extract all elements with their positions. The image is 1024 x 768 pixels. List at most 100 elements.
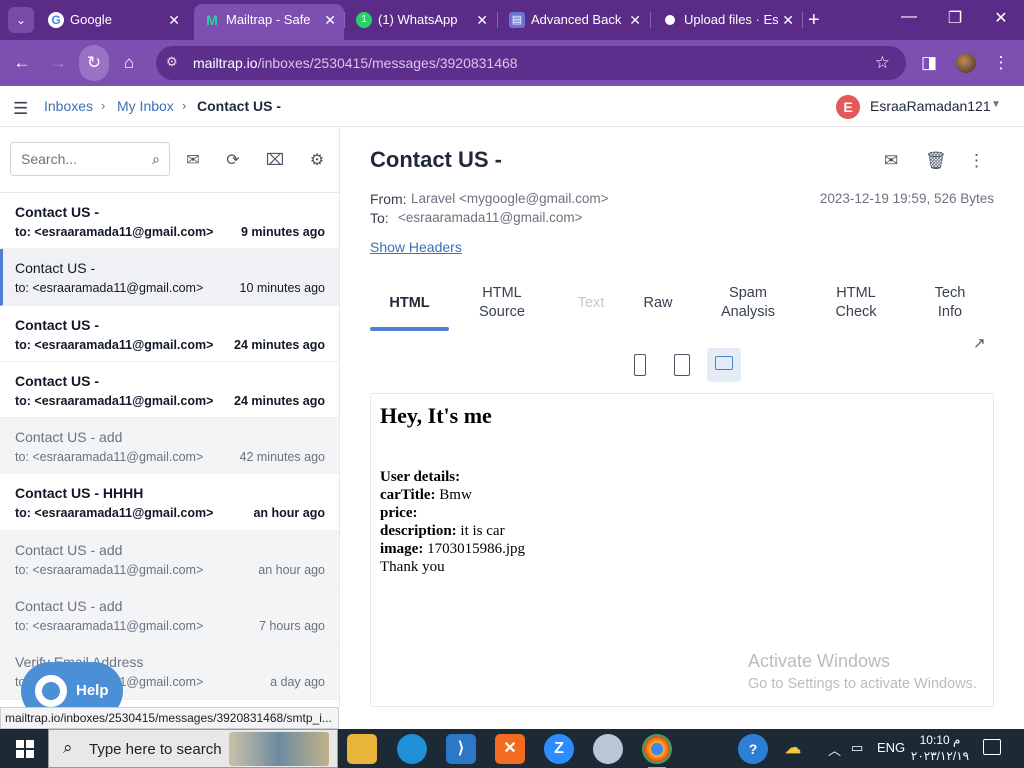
browser-menu-icon[interactable]: ⋮ — [988, 50, 1014, 76]
notifications-icon[interactable] — [983, 739, 1001, 755]
message-recipient: to: <esraaramada11@gmail.com> — [15, 225, 214, 239]
vscode-icon[interactable]: ⟩ — [446, 734, 476, 764]
activate-windows-subtitle: Go to Settings to activate Windows. — [748, 676, 977, 692]
tablet-view-button[interactable] — [665, 348, 699, 382]
address-bar[interactable]: ⚙ mailtrap.io/inboxes/2530415/messages/3… — [156, 46, 906, 80]
trash-icon[interactable]: 🗑 — [925, 151, 947, 171]
tab-spam-analysis[interactable]: Spam Analysis — [706, 277, 790, 329]
user-avatar[interactable]: E — [836, 95, 860, 119]
close-icon[interactable]: ✕ — [476, 4, 488, 36]
message-list-item[interactable]: Contact US - to: <esraaramada11@gmail.com… — [0, 305, 339, 362]
windows-start-icon[interactable] — [16, 740, 34, 758]
message-list-item[interactable]: Contact US - add to: <esraaramada11@gmail… — [0, 530, 339, 588]
clear-inbox-icon[interactable]: ⌧ — [264, 150, 286, 170]
xampp-icon[interactable]: ✕ — [495, 734, 525, 764]
bookmark-star-icon[interactable]: ☆ — [875, 53, 890, 73]
user-name[interactable]: EsraaRamadan121 — [870, 98, 991, 114]
tab-search-button[interactable]: ⌄ — [8, 7, 34, 33]
browser-tab-strip: ⌄ G Google ✕ M Mailtrap - Safe ✕ 1 (1) W… — [0, 0, 1024, 40]
app-icon[interactable] — [593, 734, 623, 764]
open-external-icon[interactable]: ↗ — [973, 334, 986, 352]
message-list-item[interactable]: Contact US - to: <esraaramada11@gmail.com… — [0, 249, 339, 306]
new-tab-button[interactable]: + — [808, 8, 820, 32]
preview-heading: Hey, It's me — [380, 403, 492, 428]
close-icon[interactable]: ✕ — [782, 4, 794, 36]
chrome-icon[interactable] — [642, 734, 672, 768]
tab-tech-info[interactable]: Tech Info — [920, 277, 980, 329]
show-headers-link[interactable]: Show Headers — [370, 239, 462, 255]
close-icon[interactable]: ✕ — [168, 4, 180, 36]
taskbar-search-placeholder: Type here to search — [89, 741, 222, 758]
message-list-item[interactable]: Contact US - HHHH to: <esraaramada11@gmai… — [0, 474, 339, 531]
browser-tab-advanced[interactable]: ▤ Advanced Back ✕ — [499, 4, 649, 36]
message-time: 42 minutes ago — [239, 450, 325, 465]
tab-label: Spam Analysis — [721, 285, 775, 320]
search-icon[interactable]: ⌕ — [152, 151, 160, 168]
language-indicator[interactable]: ENG — [877, 740, 905, 755]
taskbar-search[interactable]: ⌕ Type here to search — [48, 729, 338, 768]
search-input[interactable] — [11, 143, 135, 175]
forward-email-icon[interactable]: ✉ — [884, 151, 898, 171]
tab-title: (1) WhatsApp — [378, 12, 458, 27]
preview-line: carTitle: Bmw — [380, 486, 525, 504]
site-settings-icon[interactable]: ⚙ — [166, 54, 178, 70]
help-tips-icon[interactable]: ? — [738, 734, 768, 764]
message-list-item[interactable]: Contact US - to: <esraaramada11@gmail.com… — [0, 193, 339, 250]
tab-raw[interactable]: Raw — [630, 277, 686, 329]
side-panel-icon[interactable]: ◨ — [916, 50, 942, 76]
home-button[interactable]: ⌂ — [116, 50, 142, 76]
network-icon[interactable]: ▭ — [851, 740, 863, 756]
browser-tab-google[interactable]: G Google ✕ — [38, 4, 188, 36]
browser-tab-whatsapp[interactable]: 1 (1) WhatsApp ✕ — [346, 4, 496, 36]
browser-tab-github[interactable]: Upload files · Es ✕ — [652, 4, 802, 36]
edge-icon[interactable] — [397, 734, 427, 764]
preview-closing: Thank you — [380, 559, 445, 575]
refresh-icon[interactable]: ⟳ — [222, 150, 244, 170]
close-icon[interactable]: ✕ — [324, 4, 336, 36]
desktop-view-button[interactable] — [707, 348, 741, 382]
message-subject: Contact US - add — [15, 429, 123, 446]
message-time: 7 hours ago — [258, 619, 325, 634]
tab-divider — [650, 12, 651, 28]
minimize-button[interactable]: — — [894, 8, 924, 26]
hamburger-menu-icon[interactable]: ☰ — [13, 99, 28, 119]
breadcrumb-separator-icon: › — [101, 98, 106, 113]
breadcrumb-inboxes[interactable]: Inboxes — [44, 98, 93, 114]
close-icon[interactable]: ✕ — [629, 4, 641, 36]
profile-avatar[interactable] — [956, 53, 976, 73]
forward-button[interactable]: → — [45, 50, 71, 76]
window-close-button[interactable]: ✕ — [986, 8, 1016, 28]
browser-tab-mailtrap[interactable]: M Mailtrap - Safe ✕ — [194, 4, 344, 40]
file-explorer-icon[interactable] — [347, 734, 377, 764]
message-recipient: to: <esraaramada11@gmail.com> — [15, 281, 204, 296]
taskbar-clock[interactable]: 10:10 م ٢٠٢٣/١٢/١٩ — [908, 732, 972, 764]
email-preview: Hey, It's me User details: carTitle: Bmw p… — [370, 393, 994, 707]
to-label: To: — [370, 210, 389, 226]
mark-all-read-icon[interactable]: ✉ — [182, 150, 204, 170]
tab-text[interactable]: Text — [563, 277, 619, 329]
tab-html[interactable]: HTML — [370, 277, 449, 331]
tab-html-check[interactable]: HTML Check — [816, 277, 896, 329]
zoom-icon[interactable]: Z — [544, 734, 574, 764]
more-options-icon[interactable]: ⋮ — [968, 151, 985, 171]
preview-line: User details: — [380, 468, 525, 486]
message-list-item[interactable]: Contact US - to: <esraaramada11@gmail.com… — [0, 361, 339, 419]
tab-label: HTML Source — [479, 285, 525, 320]
restore-button[interactable]: ❐ — [940, 8, 970, 28]
chevron-up-icon[interactable]: ︿ — [828, 740, 841, 759]
message-list-item[interactable]: Contact US - add to: <esraaramada11@gmail… — [0, 587, 339, 644]
message-detail: Contact US - ✉ 🗑 ⋮ From: Laravel <mygoog… — [341, 127, 1024, 729]
reload-button[interactable]: ↻ — [81, 50, 107, 76]
weather-icon[interactable]: ☁ — [778, 734, 808, 764]
tab-label: Tech Info — [934, 285, 966, 320]
tab-html-source[interactable]: HTML Source — [462, 277, 542, 329]
message-time: an hour ago — [258, 562, 325, 577]
breadcrumb-my-inbox[interactable]: My Inbox — [117, 98, 174, 114]
back-button[interactable]: ← — [9, 50, 35, 76]
mobile-view-button[interactable] — [623, 348, 657, 382]
message-list-item[interactable]: Contact US - add to: <esraaramada11@gmail… — [0, 418, 339, 475]
from-value: Laravel <mygoogle@gmail.com> — [411, 191, 609, 206]
gear-icon[interactable]: ⚙ — [306, 150, 328, 170]
chevron-down-icon[interactable]: ▼ — [991, 99, 1001, 110]
date-size: 2023-12-19 19:59, 526 Bytes — [819, 191, 994, 206]
